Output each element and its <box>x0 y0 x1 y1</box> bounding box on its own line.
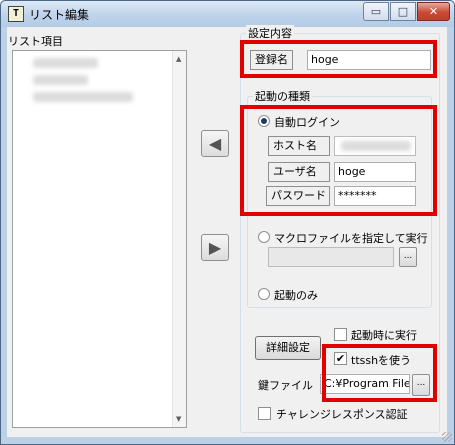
list-label: リスト項目 <box>8 35 63 48</box>
settings-legend: 設定内容 <box>246 25 294 41</box>
close-button[interactable]: ✕ <box>417 2 450 21</box>
title-bar[interactable]: T リスト編集 ▭ □ ✕ <box>1 1 454 27</box>
app-icon: T <box>8 6 24 22</box>
highlight-ttssh <box>322 344 437 402</box>
resize-grip[interactable] <box>442 432 452 442</box>
run-on-start-checkbox[interactable] <box>334 328 347 341</box>
highlight-register-name <box>240 40 437 78</box>
list-items-box[interactable]: ▲ ▼ <box>12 50 187 428</box>
launch-only-radio[interactable] <box>258 288 270 300</box>
minimize-button[interactable]: ▭ <box>363 2 389 21</box>
macro-browse-button[interactable]: ... <box>399 247 417 267</box>
list-scrollbar[interactable]: ▲ ▼ <box>172 51 186 427</box>
list-item[interactable] <box>33 58 98 68</box>
move-left-button[interactable]: ◀ <box>201 130 229 157</box>
key-file-label: 鍵ファイル <box>258 379 313 392</box>
challenge-response-checkbox[interactable] <box>258 407 271 420</box>
highlight-auto-login <box>240 105 437 216</box>
list-item[interactable] <box>33 92 133 102</box>
scroll-up-icon[interactable]: ▲ <box>176 55 181 63</box>
startup-type-legend: 起動の種類 <box>253 88 312 104</box>
launch-only-label[interactable]: 起動のみ <box>274 287 318 303</box>
list-item[interactable] <box>33 75 88 85</box>
challenge-response-label[interactable]: チャレンジレスポンス認証 <box>276 406 408 422</box>
macro-radio[interactable] <box>258 231 270 243</box>
maximize-button[interactable]: □ <box>390 2 416 21</box>
move-right-button[interactable]: ▶ <box>201 234 229 261</box>
macro-file-input[interactable] <box>268 247 394 267</box>
macro-label[interactable]: マクロファイルを指定して実行 <box>274 230 428 246</box>
scroll-down-icon[interactable]: ▼ <box>176 415 181 423</box>
detail-settings-button[interactable]: 詳細設定 <box>255 336 321 360</box>
window-title: リスト編集 <box>29 8 90 22</box>
run-on-start-label[interactable]: 起動時に実行 <box>351 327 417 343</box>
